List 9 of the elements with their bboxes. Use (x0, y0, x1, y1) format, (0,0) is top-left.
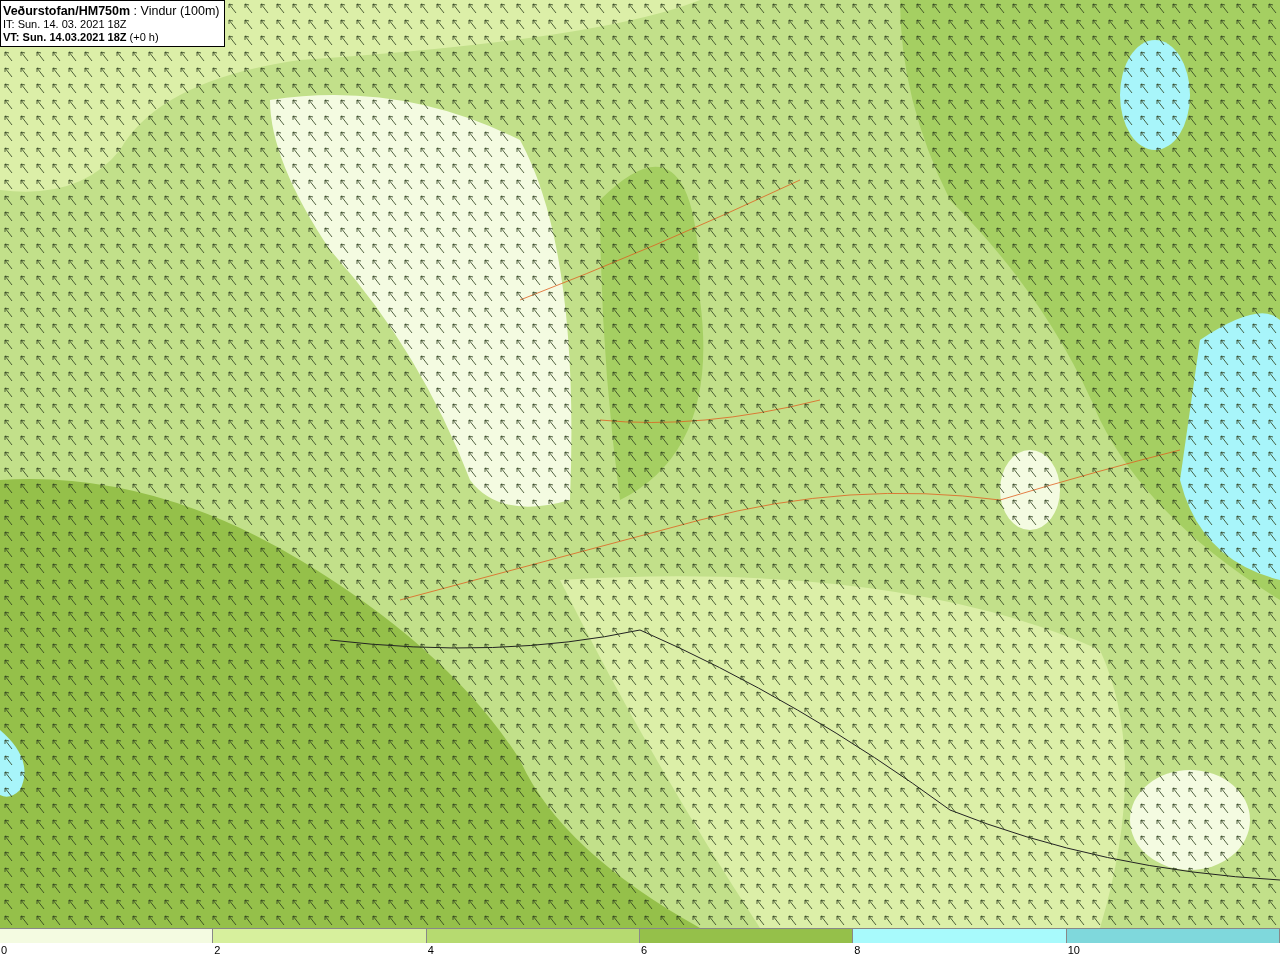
legend-label: 8 (854, 944, 861, 956)
legend-label: 6 (641, 944, 648, 956)
title-line: IT: Sun. 14. 03. 2021 18Z (3, 18, 128, 31)
legend-label: 4 (427, 944, 434, 956)
legend-label: 10 (1067, 944, 1080, 956)
legend-label: 2 (214, 944, 221, 956)
title-line: Veðurstofan/HM750m : Vindur (100m) (3, 5, 220, 18)
legend-label: 0 (1, 944, 8, 956)
title-line: VT: Sun. 14.03.2021 18Z (+0 h) (3, 31, 160, 44)
